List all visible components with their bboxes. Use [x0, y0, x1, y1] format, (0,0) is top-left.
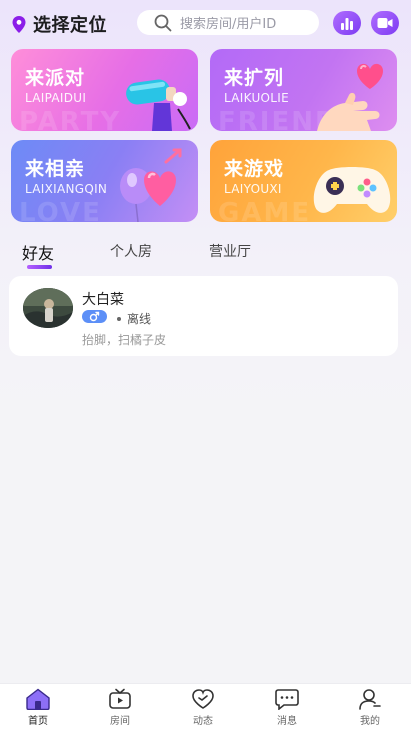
search-icon	[154, 14, 172, 31]
bar-chart-icon	[341, 17, 353, 30]
nav-label: 房间	[110, 716, 130, 727]
card-decoration: PARTY	[19, 107, 122, 131]
card-expand[interactable]: FRIEND 来扩列 LAIKUOLIE	[210, 49, 397, 131]
nav-moments[interactable]: 动态	[173, 688, 233, 727]
avatar-image	[23, 288, 73, 328]
avatar[interactable]	[23, 288, 73, 328]
location-selector[interactable]: 选择定位	[12, 11, 107, 37]
tab-friends[interactable]: 好友	[22, 240, 54, 264]
card-party[interactable]: PARTY 来派对 LAIPAIDUI	[11, 49, 198, 131]
bottom-nav: 首页 房间 动态 消息 我的	[0, 683, 411, 730]
card-decoration: LOVE	[19, 198, 102, 222]
tab-personal-rooms[interactable]: 个人房	[110, 241, 152, 261]
nav-rooms[interactable]: 房间	[90, 688, 150, 727]
nav-label: 消息	[277, 716, 297, 727]
tv-icon	[109, 688, 131, 709]
card-subtitle: LAIPAIDUI	[25, 91, 87, 105]
heart-chat-icon	[192, 689, 214, 709]
card-subtitle: LAIXIANGQIN	[25, 182, 108, 196]
card-dating[interactable]: LOVE 来相亲 LAIXIANGQIN	[11, 140, 198, 222]
online-status: 离线	[117, 310, 151, 327]
user-icon	[359, 689, 381, 710]
nav-profile[interactable]: 我的	[340, 688, 400, 727]
card-subtitle: LAIKUOLIE	[224, 91, 289, 105]
nav-label: 首页	[28, 716, 48, 727]
card-title: 来扩列	[224, 67, 285, 89]
heart-balloon-icon	[120, 148, 182, 222]
card-subtitle: LAIYOUXI	[224, 182, 282, 196]
location-pin-icon	[12, 15, 26, 33]
card-decoration: GAME	[218, 198, 312, 222]
ranking-button[interactable]	[333, 11, 361, 35]
card-title: 来派对	[25, 67, 86, 89]
tab-business-hall[interactable]: 营业厅	[209, 241, 251, 261]
friend-name: 大白菜	[82, 292, 124, 308]
message-icon	[275, 689, 299, 710]
card-title: 来游戏	[224, 158, 285, 180]
active-tab-indicator	[27, 265, 52, 269]
location-label: 选择定位	[33, 15, 107, 36]
card-game[interactable]: GAME 来游戏 LAIYOUXI	[210, 140, 397, 222]
home-icon	[26, 688, 50, 710]
video-camera-icon	[377, 18, 393, 28]
video-button[interactable]	[371, 11, 399, 35]
gamepad-icon	[313, 167, 391, 213]
nav-messages[interactable]: 消息	[257, 688, 317, 727]
status-dot	[117, 316, 121, 321]
nav-home[interactable]: 首页	[8, 688, 68, 727]
male-icon	[89, 311, 100, 322]
nav-label: 动态	[193, 716, 213, 727]
top-bar: 选择定位 搜索房间/用户ID	[0, 0, 411, 44]
friend-description: 抬脚，扫橘子皮	[82, 333, 167, 347]
microphone-icon	[126, 79, 191, 131]
nav-label: 我的	[360, 716, 380, 727]
search-input[interactable]: 搜索房间/用户ID	[137, 10, 319, 35]
status-text: 离线	[127, 312, 152, 326]
male-gender-badge	[82, 310, 107, 323]
card-title: 来相亲	[25, 158, 86, 180]
list-item[interactable]: 大白菜 离线 抬脚，扫橘子皮	[9, 276, 398, 356]
search-placeholder: 搜索房间/用户ID	[180, 17, 277, 32]
heart-hand-icon	[317, 63, 383, 131]
